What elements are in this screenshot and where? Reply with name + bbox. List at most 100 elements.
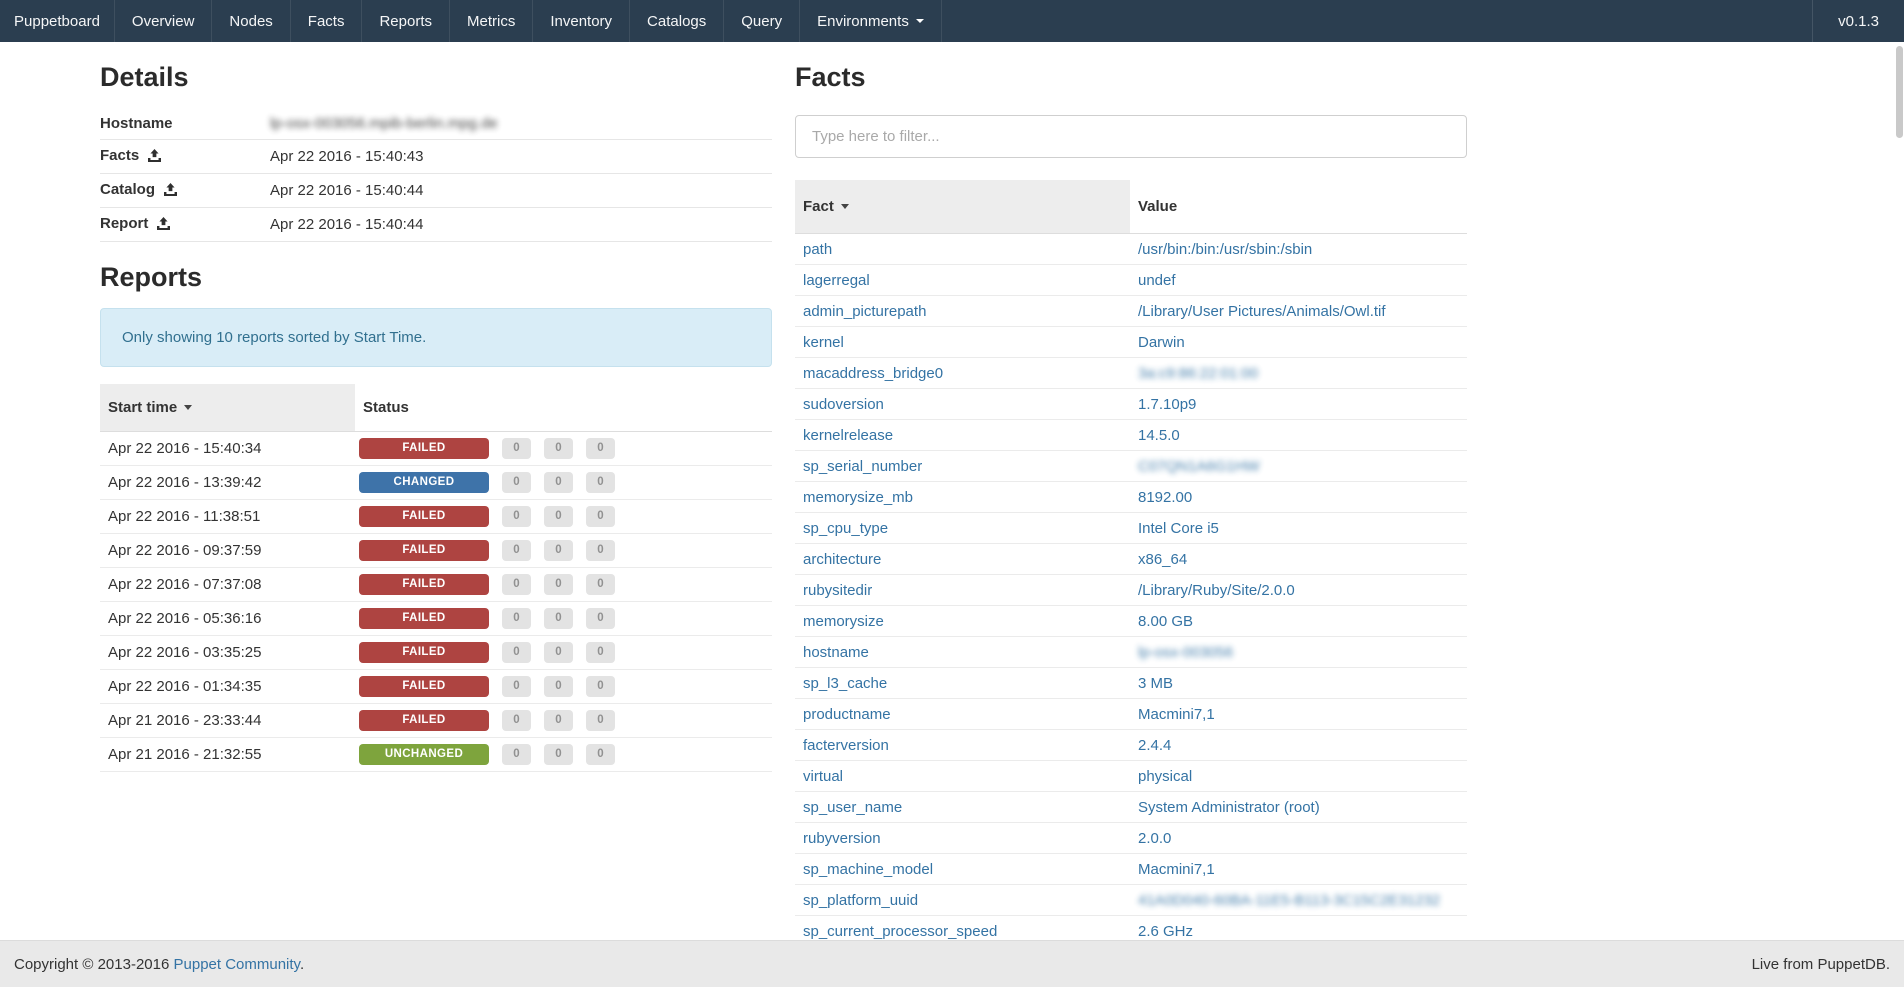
fact-name-link[interactable]: kernel — [803, 334, 844, 351]
report-count-badge: 0 — [502, 608, 531, 629]
fact-name-link[interactable]: sudoversion — [803, 396, 884, 413]
report-status-badge: UNCHANGED — [359, 744, 489, 765]
fact-name-link[interactable]: sp_cpu_type — [803, 520, 888, 537]
fact-value-link[interactable]: C07QN1A6G1HW — [1138, 458, 1260, 475]
fact-value-link[interactable]: 8.00 GB — [1138, 613, 1193, 630]
fact-value-link[interactable]: 2.4.4 — [1138, 737, 1171, 754]
fact-row: sudoversion 1.7.10p9 — [795, 389, 1467, 420]
fact-name-link[interactable]: memorysize_mb — [803, 489, 913, 506]
facts-header-value[interactable]: Value — [1130, 180, 1467, 234]
fact-value-link[interactable]: /Library/User Pictures/Animals/Owl.tif — [1138, 303, 1386, 320]
nav-item-nodes[interactable]: Nodes — [212, 0, 290, 42]
facts-filter-input[interactable] — [795, 115, 1467, 158]
fact-name-link[interactable]: virtual — [803, 768, 843, 785]
fact-value-link[interactable]: 3 MB — [1138, 675, 1173, 692]
puppet-community-link[interactable]: Puppet Community — [174, 956, 300, 973]
report-start-time: Apr 22 2016 - 01:34:35 — [100, 670, 355, 704]
fact-value-link[interactable]: undef — [1138, 272, 1176, 289]
report-start-time: Apr 22 2016 - 05:36:16 — [100, 602, 355, 636]
nav-item-overview[interactable]: Overview — [115, 0, 213, 42]
report-count-badge: 0 — [586, 540, 615, 561]
report-start-time: Apr 21 2016 - 21:32:55 — [100, 738, 355, 772]
nav-item-reports[interactable]: Reports — [362, 0, 450, 42]
right-column: Facts Fact Value path /usr/bin:/bin:/usr… — [795, 42, 1467, 947]
fact-name-link[interactable]: sp_current_processor_speed — [803, 923, 997, 940]
fact-name-link[interactable]: facterversion — [803, 737, 889, 754]
reports-header-status[interactable]: Status — [355, 384, 772, 432]
nav-item-query[interactable]: Query — [724, 0, 800, 42]
reports-header-start-time[interactable]: Start time — [100, 384, 355, 432]
nav-item-facts[interactable]: Facts — [291, 0, 363, 42]
nav-brand-puppetboard[interactable]: Puppetboard — [0, 0, 115, 42]
details-report-timestamp: Apr 22 2016 - 15:40:44 — [270, 208, 772, 242]
fact-value-link[interactable]: 14.5.0 — [1138, 427, 1180, 444]
nav-item-metrics[interactable]: Metrics — [450, 0, 533, 42]
fact-name-link[interactable]: kernelrelease — [803, 427, 893, 444]
nav-dropdown-environments[interactable]: Environments — [800, 0, 942, 42]
fact-value-link[interactable]: 3a:c9:86:22:01:00 — [1138, 365, 1258, 382]
report-start-time: Apr 22 2016 - 07:37:08 — [100, 568, 355, 602]
fact-value-link[interactable]: Intel Core i5 — [1138, 520, 1219, 537]
chevron-down-icon — [916, 19, 924, 23]
nav-item-catalogs[interactable]: Catalogs — [630, 0, 724, 42]
fact-name-link[interactable]: sp_platform_uuid — [803, 892, 918, 909]
fact-row: memorysize 8.00 GB — [795, 606, 1467, 637]
report-status-badge: FAILED — [359, 710, 489, 731]
fact-name-link[interactable]: sp_user_name — [803, 799, 902, 816]
fact-value-link[interactable]: 41A0D040-60BA-11E5-B113-3C15C2E31232 — [1138, 892, 1440, 909]
fact-value-link[interactable]: physical — [1138, 768, 1192, 785]
report-count-badge: 0 — [502, 540, 531, 561]
fact-name-link[interactable]: memorysize — [803, 613, 884, 630]
fact-name-link[interactable]: hostname — [803, 644, 869, 661]
fact-value-link[interactable]: System Administrator (root) — [1138, 799, 1320, 816]
fact-name-link[interactable]: lagerregal — [803, 272, 870, 289]
report-row: Apr 22 2016 - 15:40:34 FAILED 0 0 0 — [100, 432, 772, 466]
details-title: Details — [100, 62, 772, 93]
fact-value-link[interactable]: Macmini7,1 — [1138, 861, 1215, 878]
upload-icon[interactable] — [164, 181, 177, 202]
fact-value-link[interactable]: 1.7.10p9 — [1138, 396, 1196, 413]
fact-name-link[interactable]: path — [803, 241, 832, 258]
scrollbar-thumb[interactable] — [1896, 46, 1903, 138]
report-status-badge: FAILED — [359, 540, 489, 561]
fact-name-link[interactable]: sp_machine_model — [803, 861, 933, 878]
fact-value-link[interactable]: /Library/Ruby/Site/2.0.0 — [1138, 582, 1295, 599]
upload-icon[interactable] — [157, 215, 170, 236]
fact-row: lagerregal undef — [795, 265, 1467, 296]
report-count-badge: 0 — [544, 438, 573, 459]
nav-item-inventory[interactable]: Inventory — [533, 0, 630, 42]
fact-name-link[interactable]: sp_l3_cache — [803, 675, 887, 692]
fact-value-link[interactable]: Darwin — [1138, 334, 1185, 351]
footer-puppetdb-status: Live from PuppetDB. — [1752, 956, 1890, 973]
report-count-badge: 0 — [586, 472, 615, 493]
report-status-badge: FAILED — [359, 574, 489, 595]
facts-table-header-row: Fact Value — [795, 180, 1467, 234]
fact-name-link[interactable]: productname — [803, 706, 891, 723]
fact-name-link[interactable]: rubyversion — [803, 830, 881, 847]
fact-value-link[interactable]: lp-osx-003056 — [1138, 644, 1233, 661]
reports-table-header-row: Start time Status — [100, 384, 772, 432]
fact-row: sp_serial_number C07QN1A6G1HW — [795, 451, 1467, 482]
fact-value-link[interactable]: /usr/bin:/bin:/usr/sbin:/sbin — [1138, 241, 1312, 258]
details-row-hostname: Hostname lp-osx-003056.mpib-berlin.mpg.d… — [100, 108, 772, 140]
report-count-badge: 0 — [544, 744, 573, 765]
report-start-time: Apr 22 2016 - 11:38:51 — [100, 500, 355, 534]
fact-value-link[interactable]: 8192.00 — [1138, 489, 1192, 506]
fact-value-link[interactable]: 2.0.0 — [1138, 830, 1171, 847]
report-start-time: Apr 22 2016 - 03:35:25 — [100, 636, 355, 670]
details-hostname-value: lp-osx-003056.mpib-berlin.mpg.de — [270, 115, 498, 132]
fact-name-link[interactable]: rubysitedir — [803, 582, 872, 599]
report-count-badge: 0 — [502, 676, 531, 697]
report-row: Apr 22 2016 - 09:37:59 FAILED 0 0 0 — [100, 534, 772, 568]
report-status-badge: FAILED — [359, 506, 489, 527]
report-count-badge: 0 — [502, 438, 531, 459]
fact-value-link[interactable]: x86_64 — [1138, 551, 1187, 568]
fact-name-link[interactable]: macaddress_bridge0 — [803, 365, 943, 382]
fact-value-link[interactable]: 2.6 GHz — [1138, 923, 1193, 940]
fact-value-link[interactable]: Macmini7,1 — [1138, 706, 1215, 723]
fact-name-link[interactable]: architecture — [803, 551, 881, 568]
upload-icon[interactable] — [148, 147, 161, 168]
facts-header-fact[interactable]: Fact — [795, 180, 1130, 234]
fact-name-link[interactable]: admin_picturepath — [803, 303, 926, 320]
fact-name-link[interactable]: sp_serial_number — [803, 458, 922, 475]
